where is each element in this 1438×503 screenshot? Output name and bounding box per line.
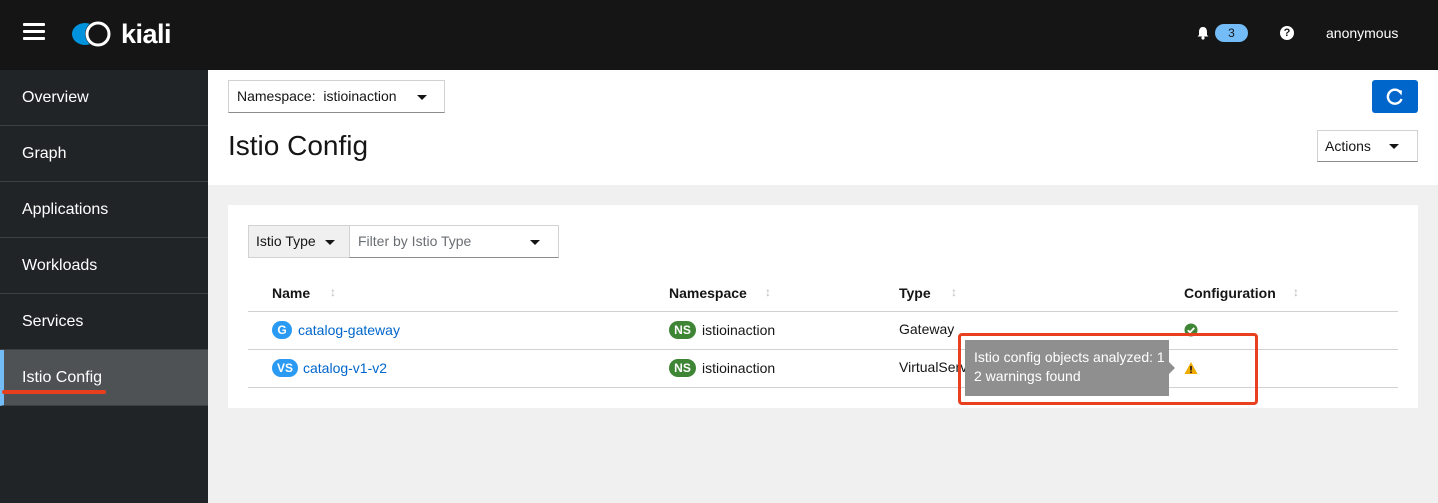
sort-icon[interactable]: ↕: [330, 285, 338, 299]
namespace-text: istioinaction: [702, 322, 776, 338]
notification-count-badge[interactable]: 3: [1215, 24, 1248, 42]
caret-down-icon: [530, 240, 540, 245]
namespace-value: istioinaction: [323, 88, 397, 104]
caret-down-icon: [417, 95, 427, 100]
virtualservice-type-badge: VS: [272, 359, 298, 377]
config-link[interactable]: catalog-v1-v2: [303, 360, 387, 376]
config-link[interactable]: catalog-gateway: [298, 322, 400, 338]
row-divider: [248, 311, 1398, 312]
active-underline: [2, 390, 106, 394]
sidebar-item-applications[interactable]: Applications: [0, 182, 208, 238]
namespace-label: Namespace:: [237, 88, 316, 104]
sidebar-item-overview[interactable]: Overview: [0, 70, 208, 126]
bell-icon[interactable]: [1196, 26, 1210, 40]
namespace-badge: NS: [669, 321, 696, 339]
namespace-text: istioinaction: [702, 360, 776, 376]
page-header: Namespace: istioinaction Istio Config Ac…: [208, 70, 1438, 185]
filter-placeholder: Filter by Istio Type: [358, 233, 472, 249]
table-row-type: Gateway: [899, 321, 955, 337]
namespace-badge: NS: [669, 359, 696, 377]
gateway-type-badge: G: [272, 321, 292, 339]
actions-dropdown[interactable]: Actions: [1317, 130, 1418, 162]
column-header-namespace[interactable]: Namespace: [669, 285, 747, 301]
table-row-namespace: NS istioinaction: [669, 359, 775, 377]
kiali-logo-icon: [70, 19, 118, 49]
caret-down-icon: [325, 240, 335, 245]
actions-label: Actions: [1325, 138, 1371, 154]
hamburger-menu-icon[interactable]: [23, 23, 45, 41]
sort-icon[interactable]: ↕: [765, 285, 773, 299]
sidebar-item-workloads[interactable]: Workloads: [0, 238, 208, 294]
kiali-logo[interactable]: kiali: [70, 18, 172, 50]
sidebar-item-services[interactable]: Services: [0, 294, 208, 350]
table-row-namespace: NS istioinaction: [669, 321, 775, 339]
column-header-name[interactable]: Name: [272, 285, 310, 301]
refresh-button[interactable]: [1372, 80, 1418, 113]
table-row-name: VS catalog-v1-v2: [272, 359, 387, 377]
filter-input[interactable]: Filter by Istio Type: [349, 225, 559, 258]
help-icon[interactable]: ?: [1280, 26, 1294, 40]
sidebar: Overview Graph Applications Workloads Se…: [0, 70, 208, 503]
sidebar-item-graph[interactable]: Graph: [0, 126, 208, 182]
sort-icon[interactable]: ↕: [951, 285, 959, 299]
filter-type-label: Istio Type: [256, 233, 316, 249]
sidebar-item-label: Istio Config: [22, 369, 103, 386]
sidebar-item-istio-config[interactable]: Istio Config: [0, 350, 208, 406]
namespace-select[interactable]: Namespace: istioinaction: [228, 80, 445, 113]
column-header-configuration[interactable]: Configuration: [1184, 285, 1276, 301]
user-menu[interactable]: anonymous: [1326, 25, 1398, 41]
logo-text: kiali: [121, 18, 172, 49]
filter-type-select[interactable]: Istio Type: [248, 225, 350, 258]
caret-down-icon: [1389, 144, 1399, 149]
table-row-name: G catalog-gateway: [272, 321, 400, 339]
sort-icon[interactable]: ↕: [1293, 285, 1301, 299]
column-header-type[interactable]: Type: [899, 285, 931, 301]
page-title: Istio Config: [228, 130, 369, 161]
refresh-icon: [1386, 88, 1403, 105]
masthead: kiali 3 ? anonymous: [0, 0, 1438, 70]
annotation-highlight-box: [958, 333, 1258, 405]
